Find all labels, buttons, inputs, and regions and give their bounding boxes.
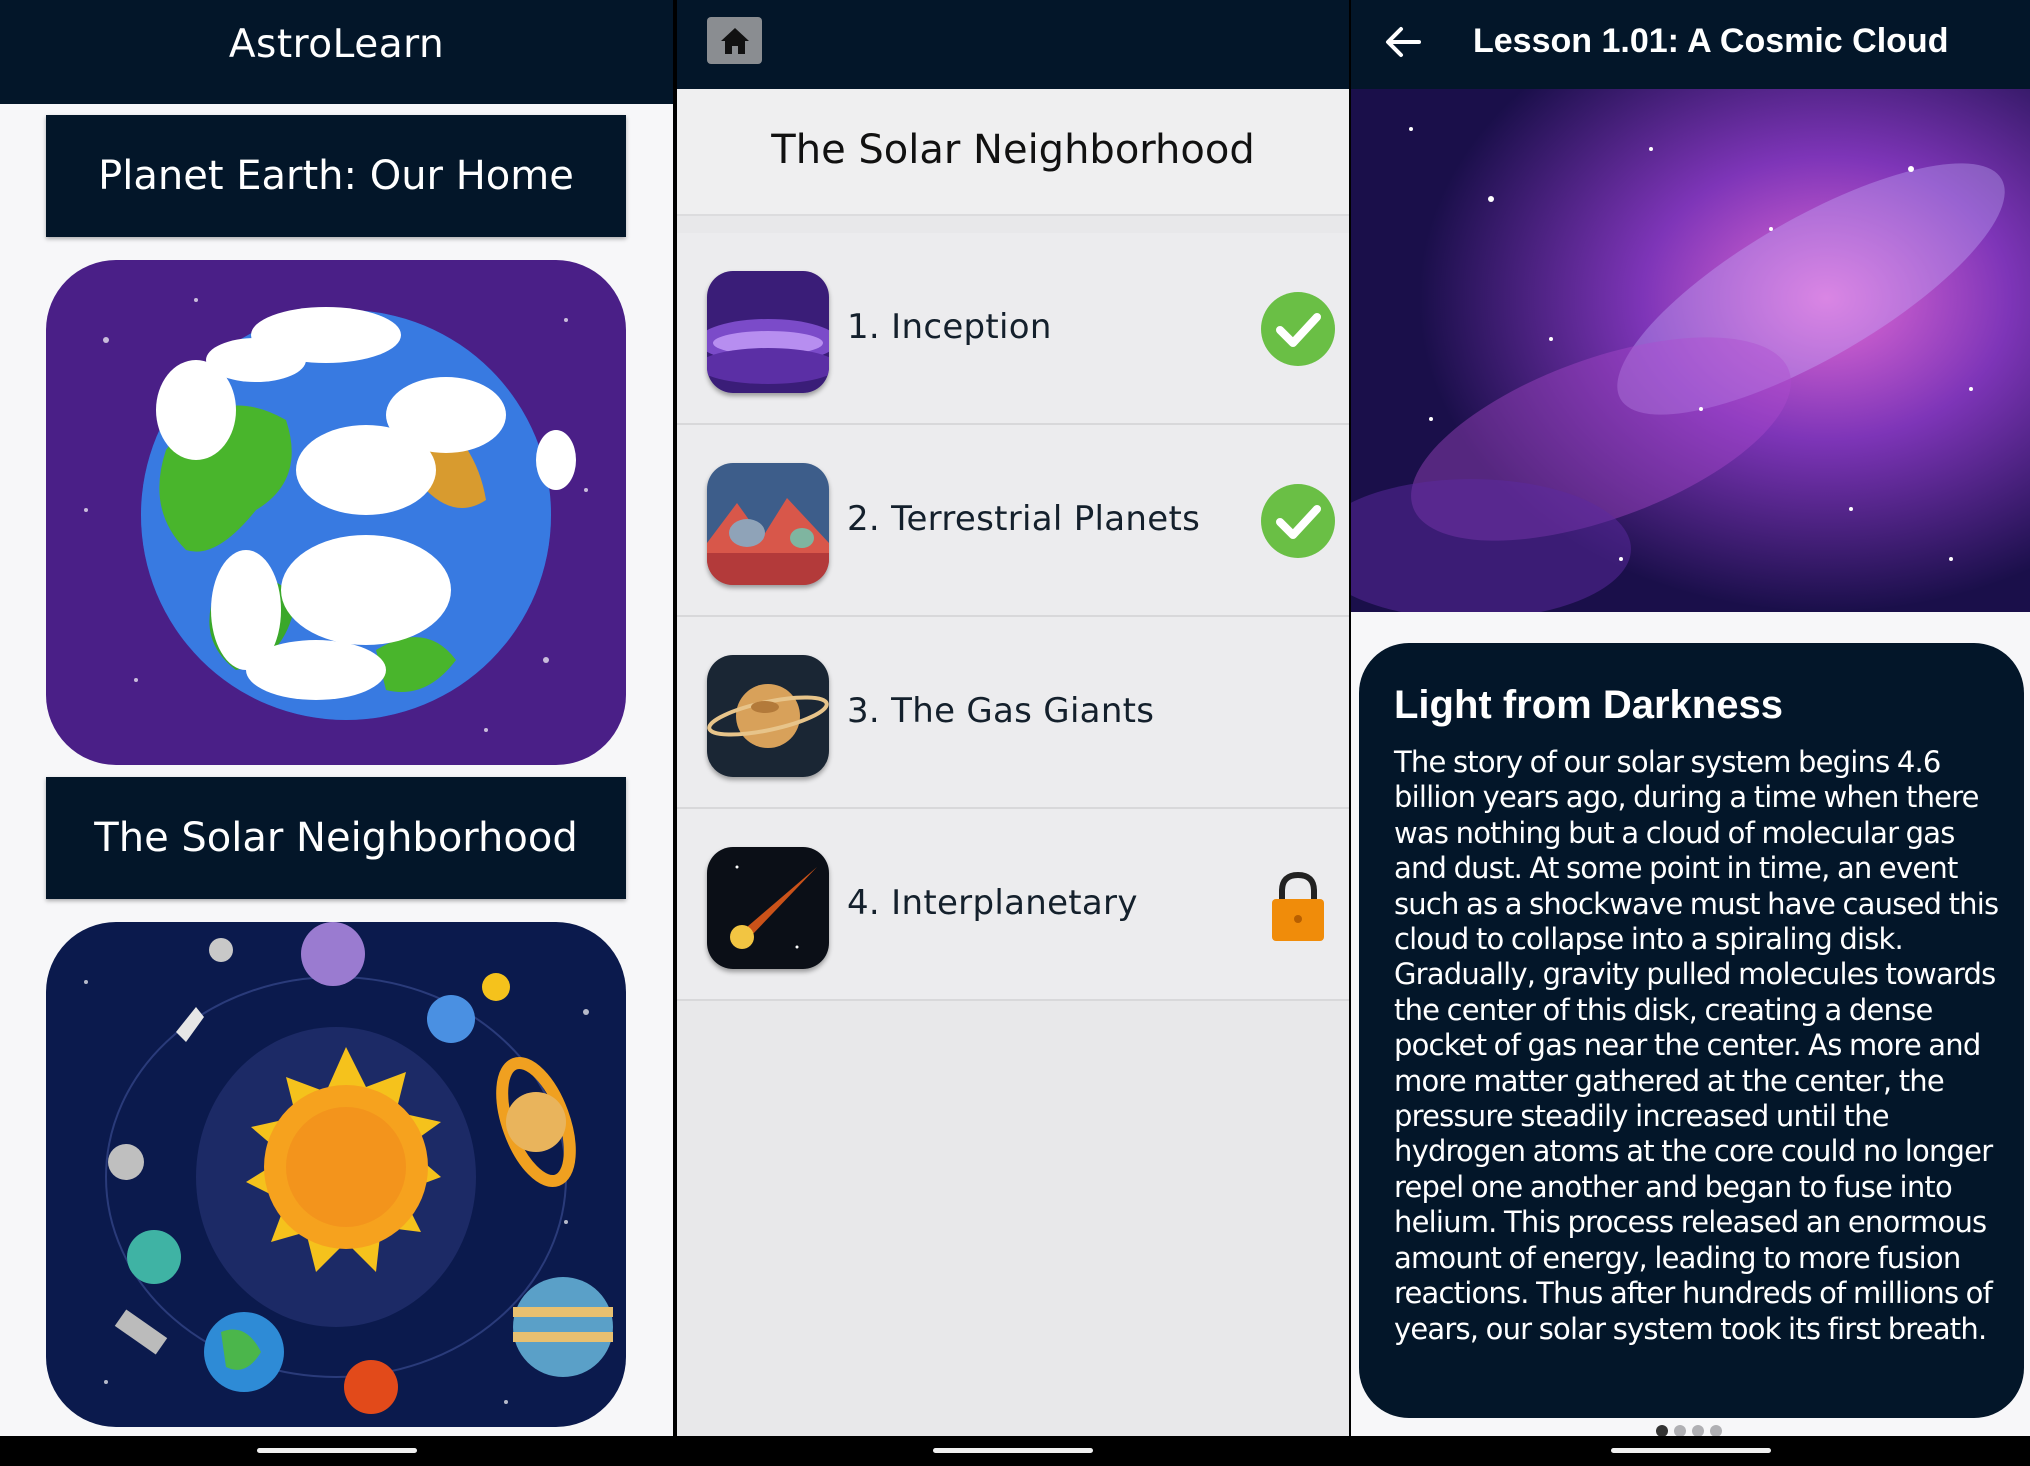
lesson-row-terrestrial-planets[interactable]: 2. Terrestrial Planets bbox=[677, 425, 1349, 617]
earth-illustration bbox=[46, 260, 626, 765]
system-nav-bar bbox=[677, 1436, 1349, 1466]
unit-header: The Solar Neighborhood bbox=[677, 89, 1349, 216]
lesson-heading: Light from Darkness bbox=[1394, 683, 1783, 727]
check-circle-icon bbox=[1261, 484, 1335, 558]
lesson-thumbnail bbox=[707, 463, 829, 585]
back-arrow-icon[interactable] bbox=[1379, 20, 1427, 64]
lesson-screen: Lesson 1.01: A Cosmic Cloud Light from D… bbox=[1351, 0, 2030, 1466]
home-gesture-pill[interactable] bbox=[933, 1448, 1093, 1453]
solar-system-illustration bbox=[46, 922, 626, 1427]
lesson-thumbnail bbox=[707, 271, 829, 393]
lesson-row-inception[interactable]: 1. Inception bbox=[677, 233, 1349, 425]
lesson-thumbnail bbox=[707, 655, 829, 777]
app-bar: Lesson 1.01: A Cosmic Cloud bbox=[1351, 0, 2030, 89]
unit-screen: The Solar Neighborhood 1. Inception 2. T… bbox=[677, 0, 1349, 1466]
lesson-label: 4. Interplanetary bbox=[847, 883, 1138, 923]
home-icon bbox=[720, 27, 749, 54]
system-nav-bar bbox=[0, 1436, 673, 1466]
lesson-row-interplanetary[interactable]: 4. Interplanetary bbox=[677, 809, 1349, 1001]
section-button-solar-neighborhood[interactable]: The Solar Neighborhood bbox=[46, 777, 626, 899]
home-gesture-pill[interactable] bbox=[1610, 1448, 1771, 1453]
system-nav-bar bbox=[1351, 1436, 2030, 1466]
lesson-label: 2. Terrestrial Planets bbox=[847, 499, 1201, 539]
home-gesture-pill[interactable] bbox=[256, 1448, 417, 1453]
lesson-body-text: The story of our solar system begins 4.6… bbox=[1394, 745, 1999, 1346]
solar-neighborhood-image[interactable] bbox=[46, 922, 626, 1427]
lesson-title: Lesson 1.01: A Cosmic Cloud bbox=[1473, 22, 1949, 60]
cosmic-cloud-image bbox=[1351, 89, 2030, 612]
section-button-planet-earth[interactable]: Planet Earth: Our Home bbox=[46, 115, 626, 237]
lock-icon bbox=[1272, 871, 1324, 941]
lesson-row-gas-giants[interactable]: 3. The Gas Giants bbox=[677, 617, 1349, 809]
app-bar: AstroLearn bbox=[0, 0, 673, 104]
check-circle-icon bbox=[1261, 292, 1335, 366]
app-title: AstroLearn bbox=[228, 22, 445, 67]
lesson-label: 3. The Gas Giants bbox=[847, 691, 1155, 731]
home-button[interactable] bbox=[707, 17, 762, 64]
lesson-thumbnail bbox=[707, 847, 829, 969]
unit-title: The Solar Neighborhood bbox=[771, 127, 1255, 173]
home-screen: AstroLearn Planet Earth: Our Home The So… bbox=[0, 0, 673, 1466]
planet-earth-image[interactable] bbox=[46, 260, 626, 765]
lesson-content-card: Light from Darkness The story of our sol… bbox=[1359, 643, 2024, 1418]
lesson-label: 1. Inception bbox=[847, 307, 1052, 347]
app-bar bbox=[677, 0, 1349, 89]
